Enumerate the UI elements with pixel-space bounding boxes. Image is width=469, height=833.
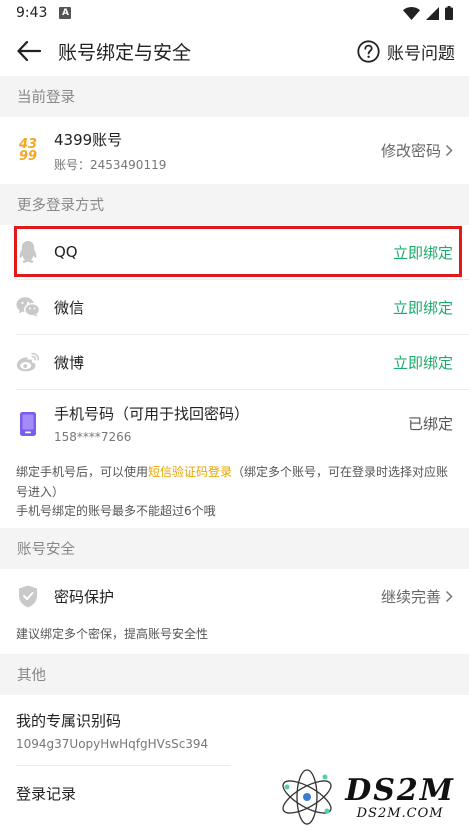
weibo-bind-row[interactable]: 微博 立即绑定 bbox=[0, 335, 469, 389]
status-time: 9:43 bbox=[16, 5, 48, 21]
section-current-login: 当前登录 bbox=[0, 76, 469, 117]
wechat-bind-row[interactable]: 微信 立即绑定 bbox=[0, 280, 469, 334]
atom-logo-icon bbox=[282, 769, 332, 825]
question-circle-icon bbox=[357, 39, 380, 63]
phone-info: 手机号码（可用于找回密码） 158****7266 bbox=[54, 403, 408, 444]
current-account-info: 4399账号 账号：2453490119 bbox=[54, 129, 381, 173]
arrow-left-icon bbox=[17, 41, 41, 61]
back-button[interactable] bbox=[12, 34, 46, 68]
qq-info: QQ bbox=[54, 243, 393, 261]
qq-bind-row[interactable]: QQ 立即绑定 bbox=[0, 225, 469, 279]
password-protection-label: 密码保护 bbox=[54, 588, 115, 606]
password-protection-info: 密码保护 bbox=[54, 586, 381, 607]
notification-icon: A bbox=[59, 7, 72, 19]
battery-icon bbox=[445, 6, 453, 20]
wechat-label: 微信 bbox=[54, 298, 85, 317]
chevron-right-icon bbox=[445, 590, 453, 603]
app-bar: 账号绑定与安全 账号问题 bbox=[0, 26, 469, 76]
unique-id-info: 我的专属识别码 1094g37UopyHwHqfgHVsSc394 bbox=[16, 710, 453, 751]
phone-icon bbox=[16, 410, 40, 438]
current-account-row[interactable]: 43 99 4399账号 账号：2453490119 修改密码 bbox=[0, 117, 469, 184]
signal-icon bbox=[426, 6, 439, 20]
account-id: 账号：2453490119 bbox=[54, 157, 167, 172]
page-title: 账号绑定与安全 bbox=[58, 41, 192, 64]
sms-login-link[interactable]: 短信验证码登录 bbox=[148, 465, 232, 479]
phone-number: 158****7266 bbox=[54, 430, 132, 444]
password-protection-row[interactable]: 密码保护 继续完善 bbox=[0, 569, 469, 625]
phone-note-limit: 手机号绑定的账号最多不能超过6个哦 bbox=[16, 504, 216, 518]
chevron-right-icon bbox=[445, 144, 453, 157]
phone-status: 已绑定 bbox=[407, 415, 453, 433]
qq-bind-button[interactable]: 立即绑定 bbox=[393, 242, 453, 263]
account-help-label: 账号问题 bbox=[387, 43, 455, 64]
status-right bbox=[403, 6, 453, 20]
wechat-info: 微信 bbox=[54, 297, 393, 318]
watermark-big: DS2M bbox=[345, 773, 455, 808]
account-help-button[interactable]: 账号问题 bbox=[357, 39, 455, 64]
wechat-bind-button[interactable]: 立即绑定 bbox=[393, 297, 453, 318]
unique-id-row[interactable]: 我的专属识别码 1094g37UopyHwHqfgHVsSc394 bbox=[0, 695, 469, 765]
logo-bottom: 99 bbox=[18, 148, 38, 164]
weibo-label: 微博 bbox=[54, 353, 85, 372]
weibo-info: 微博 bbox=[54, 352, 393, 373]
watermark-text: DS2M DS2M.COM bbox=[345, 773, 455, 821]
continue-improve-button[interactable]: 继续完善 bbox=[381, 586, 453, 607]
change-password-label: 修改密码 bbox=[380, 142, 441, 160]
status-left: 9:43 A bbox=[16, 5, 72, 21]
continue-improve-label: 继续完善 bbox=[380, 588, 441, 606]
phone-bind-row[interactable]: 手机号码（可用于找回密码） 158****7266 已绑定 bbox=[0, 390, 469, 457]
wechat-icon bbox=[16, 293, 40, 321]
security-note: 建议绑定多个密保，提高账号安全性 bbox=[16, 626, 209, 641]
unique-id-label: 我的专属识别码 bbox=[16, 711, 122, 730]
weibo-icon bbox=[16, 348, 40, 376]
change-password-button[interactable]: 修改密码 bbox=[381, 140, 453, 161]
unique-id-value: 1094g37UopyHwHqfgHVsSc394 bbox=[16, 736, 209, 751]
phone-note-text1: 绑定手机号后，可以使用 bbox=[16, 465, 149, 479]
phone-note: 绑定手机号后，可以使用短信验证码登录（绑定多个账号，可在登录时选择对应账号进入）… bbox=[0, 457, 469, 528]
phone-label: 手机号码（可用于找回密码） bbox=[54, 405, 250, 423]
weibo-bind-button[interactable]: 立即绑定 bbox=[393, 352, 453, 373]
status-bar: 9:43 A bbox=[0, 0, 469, 26]
shield-icon bbox=[16, 583, 40, 611]
section-more-login: 更多登录方式 bbox=[0, 184, 469, 225]
section-other: 其他 bbox=[0, 654, 469, 695]
qq-icon bbox=[16, 238, 40, 266]
account-name: 4399账号 bbox=[54, 130, 123, 149]
wifi-icon bbox=[403, 6, 420, 20]
watermark: DS2M DS2M.COM bbox=[277, 767, 455, 827]
section-account-security: 账号安全 bbox=[0, 527, 469, 569]
qq-label: QQ bbox=[54, 243, 78, 261]
watermark-small: DS2M.COM bbox=[356, 806, 444, 821]
logo-4399-icon: 43 99 bbox=[16, 137, 40, 165]
